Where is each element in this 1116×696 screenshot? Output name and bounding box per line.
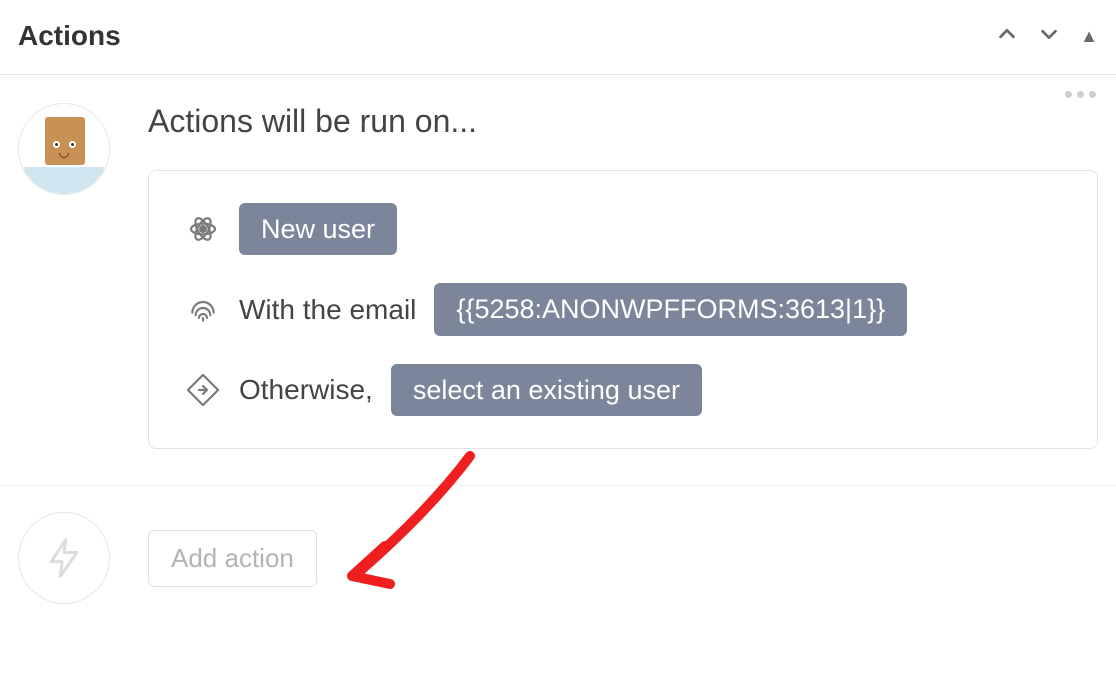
- avatar: [18, 103, 110, 195]
- add-action-block: Add action: [0, 486, 1116, 630]
- move-down-icon[interactable]: [1038, 23, 1060, 49]
- rule-card: New user With the email {{5258:ANONWPFFO…: [148, 170, 1098, 449]
- direction-icon: [185, 374, 221, 406]
- add-action-button[interactable]: Add action: [148, 530, 317, 587]
- otherwise-label: Otherwise,: [239, 374, 373, 406]
- fingerprint-icon: [185, 294, 221, 326]
- atom-icon: [185, 213, 221, 245]
- header-controls: ▲: [996, 23, 1098, 49]
- email-token-pill[interactable]: {{5258:ANONWPFFORMS:3613|1}}: [434, 283, 907, 335]
- more-options-icon[interactable]: [1065, 91, 1096, 98]
- rule-row-new-user: New user: [185, 203, 1061, 255]
- move-up-icon[interactable]: [996, 23, 1018, 49]
- rule-row-email: With the email {{5258:ANONWPFFORMS:3613|…: [185, 283, 1061, 335]
- collapse-icon[interactable]: ▲: [1080, 26, 1098, 47]
- email-label: With the email: [239, 294, 416, 326]
- action-placeholder-icon: [18, 512, 110, 604]
- existing-user-pill[interactable]: select an existing user: [391, 364, 702, 416]
- section-title: Actions: [18, 20, 121, 52]
- new-user-pill[interactable]: New user: [239, 203, 397, 255]
- rule-row-otherwise: Otherwise, select an existing user: [185, 364, 1061, 416]
- trigger-block: Actions will be run on... New user: [0, 75, 1116, 486]
- trigger-title: Actions will be run on...: [148, 103, 1098, 140]
- section-header: Actions ▲: [0, 0, 1116, 75]
